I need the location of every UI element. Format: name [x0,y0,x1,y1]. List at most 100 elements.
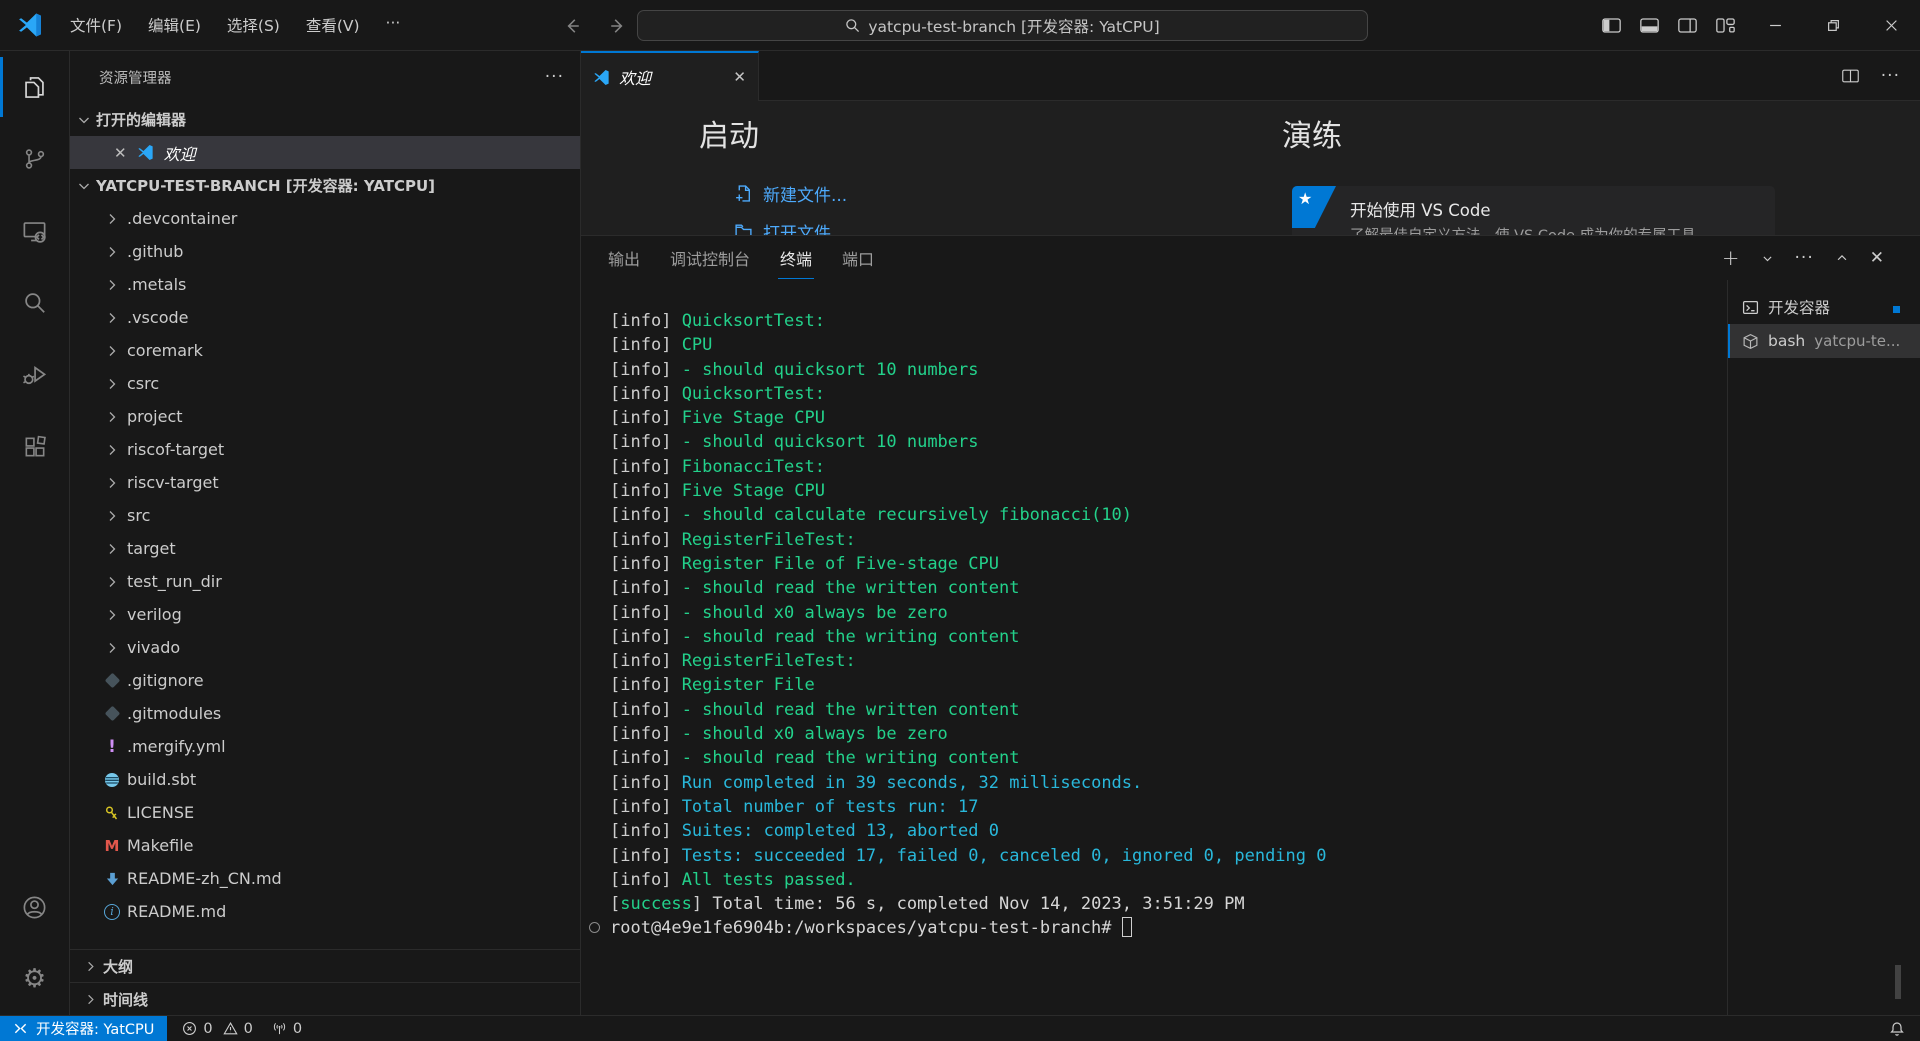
tree-folder[interactable]: csrc [70,367,580,400]
ports-indicator[interactable]: 0 [272,1021,306,1037]
vscode-file-icon [593,69,610,86]
menu-item[interactable]: ··· [373,8,414,42]
terminal-prompt[interactable]: root@4e9e1fe6904b:/workspaces/yatcpu-tes… [610,916,1727,940]
problems-indicator[interactable]: 0 0 [182,1021,256,1037]
tree-file[interactable]: README-zh_CN.md [70,862,580,895]
tree-folder[interactable]: test_run_dir [70,565,580,598]
terminal-dropdown-icon[interactable] [1761,252,1774,265]
tree-folder[interactable]: target [70,532,580,565]
start-link[interactable]: 打开文件... [734,219,847,235]
menu-item[interactable]: 查看(V) [293,8,373,42]
command-center-search[interactable]: yatcpu-test-branch [开发容器: YatCPU] [637,10,1368,41]
panel-tab-调试控制台[interactable]: 调试控制台 [670,246,750,270]
activity-run-debug-icon[interactable] [0,339,69,411]
back-arrow-icon[interactable] [558,12,586,40]
terminal-scrollbar[interactable] [1895,965,1901,999]
sbt-file-icon [104,772,120,788]
chevron-right-icon [83,959,98,974]
activity-source-control-icon[interactable] [0,123,69,195]
activity-search-icon[interactable] [0,267,69,339]
vscode-window: 文件(F)编辑(E)选择(S)查看(V)··· yatcpu-test-bran… [0,0,1920,1041]
log-tag: [info] [610,311,671,331]
activity-account-icon[interactable] [0,871,69,943]
editor-more-actions-icon[interactable]: ··· [1881,66,1900,86]
tree-file[interactable]: !.mergify.yml [70,730,580,763]
start-link-label: 新建文件... [763,181,847,206]
tree-file[interactable]: iREADME.md [70,895,580,928]
timeline-section[interactable]: 时间线 [70,982,580,1015]
new-terminal-icon[interactable]: + [1722,246,1740,270]
close-window-icon[interactable] [1862,0,1920,51]
tree-file[interactable]: MMakefile [70,829,580,862]
remote-indicator[interactable]: 开发容器: YatCPU [0,1016,167,1041]
toggle-secondary-sidebar-icon[interactable] [1672,11,1702,41]
menu-item[interactable]: 编辑(E) [135,8,214,42]
activity-remote-explorer-icon[interactable] [0,195,69,267]
panel-tab-终端[interactable]: 终端 [780,246,812,270]
prompt-text: root@4e9e1fe6904b:/workspaces/yatcpu-tes… [610,918,1112,938]
tree-folder[interactable]: coremark [70,334,580,367]
notifications-bell-icon[interactable] [1889,1021,1905,1037]
sidebar-more-actions-icon[interactable]: ··· [545,67,564,87]
tree-folder[interactable]: .devcontainer [70,202,580,235]
terminal-instance-开发容器[interactable]: 开发容器 [1728,290,1920,324]
panel-tab-端口[interactable]: 端口 [842,246,874,270]
log-tag: [info] [610,457,671,477]
start-link[interactable]: 新建文件... [734,181,847,206]
walkthrough-card-get-started[interactable]: ★ 开始使用 VS Code 了解最佳自定义方法，使 VS Code 成为你的专… [1292,186,1775,235]
tree-file[interactable]: .gitignore [70,664,580,697]
maximize-panel-icon[interactable] [1835,251,1849,265]
terminal-instance-bash[interactable]: bashyatcpu-te... [1728,324,1920,358]
panel-more-actions-icon[interactable]: ··· [1795,248,1814,268]
tab-welcome[interactable]: 欢迎 ✕ [581,51,759,101]
panel-tab-输出[interactable]: 输出 [608,246,640,270]
minimize-icon[interactable] [1746,0,1804,51]
close-tab-icon[interactable]: ✕ [733,68,746,86]
tree-folder[interactable]: verilog [70,598,580,631]
tree-folder[interactable]: vivado [70,631,580,664]
toggle-panel-icon[interactable] [1634,11,1664,41]
layout-controls [1596,0,1740,51]
tree-file[interactable]: LICENSE [70,796,580,829]
menu-item[interactable]: 选择(S) [214,8,293,42]
activity-files-icon[interactable] [0,51,69,123]
close-icon[interactable]: ✕ [114,144,127,162]
log-tag: [info] [610,505,671,525]
tree-file[interactable]: .gitmodules [70,697,580,730]
menu-item[interactable]: 文件(F) [57,8,135,42]
log-text: CPU [671,335,712,355]
tree-file[interactable]: build.sbt [70,763,580,796]
activity-settings-gear-icon[interactable]: ⚙ [0,943,69,1015]
tree-folder[interactable]: src [70,499,580,532]
restore-icon[interactable] [1804,0,1862,51]
panel-actions: + ··· ✕ [1722,246,1920,270]
customize-layout-icon[interactable] [1710,11,1740,41]
activity-extensions-icon[interactable] [0,411,69,483]
terminal-line: [info] All tests passed. [610,868,1727,892]
terminal-line: [info] RegisterFileTest: [610,528,1727,552]
tree-folder[interactable]: .vscode [70,301,580,334]
tree-folder-label: riscv-target [127,473,219,492]
forward-arrow-icon[interactable] [604,12,632,40]
tree-folder[interactable]: riscv-target [70,466,580,499]
split-editor-icon[interactable] [1842,69,1859,83]
terminal-output[interactable]: [info] QuicksortTest:[info] CPU[info] - … [581,280,1727,1015]
outline-section[interactable]: 大纲 [70,949,580,982]
tree-folder[interactable]: riscof-target [70,433,580,466]
tree-file-label: Makefile [127,836,194,855]
tree-file-label: README.md [127,902,226,921]
radio-tower-icon [272,1021,287,1036]
chevron-right-icon [104,211,120,227]
tree-folder[interactable]: project [70,400,580,433]
tree-folder[interactable]: .metals [70,268,580,301]
open-editors-header[interactable]: 打开的编辑器 [70,103,580,136]
tree-folder-label: coremark [127,341,203,360]
tree-folder[interactable]: .github [70,235,580,268]
close-panel-icon[interactable]: ✕ [1870,248,1884,268]
tree-folder-label: target [127,539,176,558]
workspace-folder-header[interactable]: YATCPU-TEST-BRANCH [开发容器: YATCPU] [70,169,580,202]
toggle-sidebar-icon[interactable] [1596,11,1626,41]
window-controls [1746,0,1920,51]
open-editor-item-welcome[interactable]: ✕ 欢迎 [70,136,580,169]
tree-folder-label: vivado [127,638,180,657]
